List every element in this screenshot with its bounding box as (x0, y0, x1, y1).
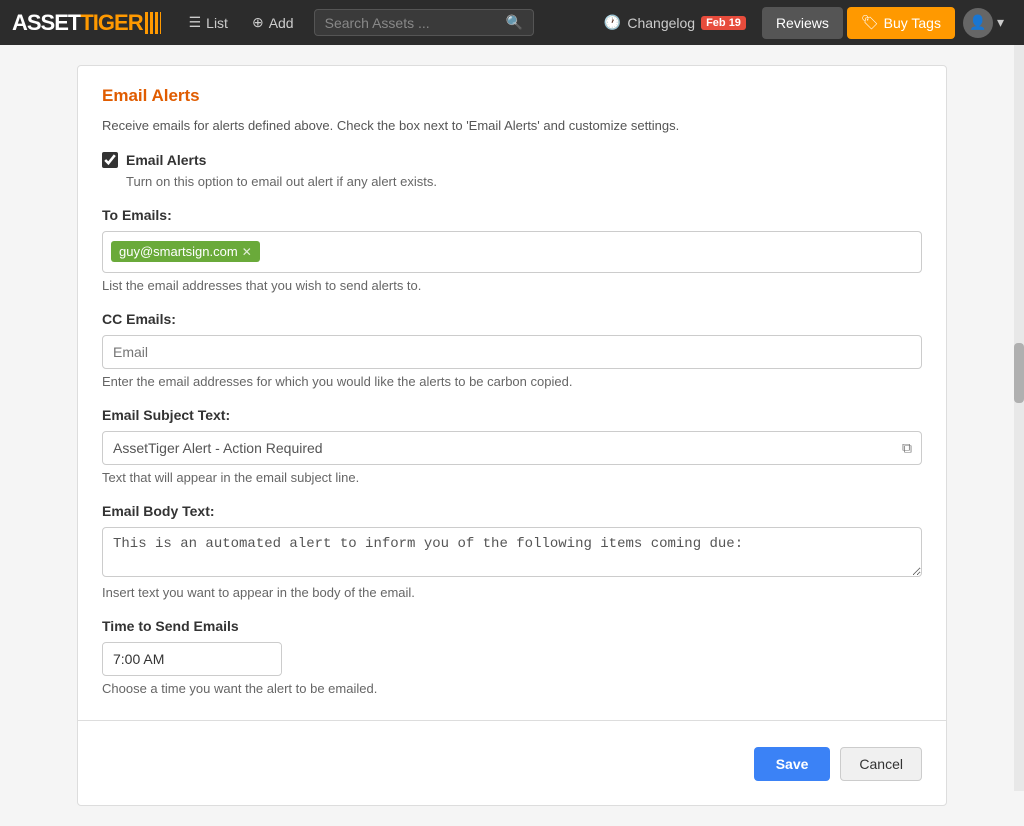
email-alerts-checkbox-row: Email Alerts (102, 152, 922, 168)
time-label: Time to Send Emails (102, 618, 922, 634)
avatar: 👤 (963, 8, 993, 38)
list-icon: ☰ (189, 14, 202, 31)
buy-tags-button[interactable]: 🏷 Buy Tags (847, 7, 955, 39)
to-email-tag-text: guy@smartsign.com (119, 244, 238, 259)
footer-buttons: Save Cancel (102, 739, 922, 781)
subject-group: Email Subject Text: ⧉ Text that will app… (102, 407, 922, 485)
scrollbar-thumb[interactable] (1014, 343, 1024, 403)
to-email-tag: guy@smartsign.com ✕ (111, 241, 260, 262)
nav-list-label: List (206, 15, 228, 31)
tag-icon: 🏷 (861, 14, 879, 31)
logo-asset-text: ASSET (12, 10, 80, 35)
email-alerts-checkbox-hint: Turn on this option to email out alert i… (126, 174, 922, 189)
cc-emails-label: CC Emails: (102, 311, 922, 327)
subject-label: Email Subject Text: (102, 407, 922, 423)
reviews-button[interactable]: Reviews (762, 7, 843, 39)
body-input[interactable] (102, 527, 922, 577)
cc-emails-input[interactable] (102, 335, 922, 369)
logo: ASSETTIGER (12, 10, 161, 36)
page-content: Email Alerts Receive emails for alerts d… (0, 45, 1024, 826)
clock-icon: 🕐 (604, 14, 621, 31)
changelog-label: Changelog (627, 15, 695, 31)
subject-input[interactable] (102, 431, 922, 465)
scrollbar-track[interactable] (1014, 45, 1024, 791)
changelog-badge: Feb 19 (701, 16, 746, 30)
nav-add[interactable]: ⊕ Add (240, 0, 306, 45)
body-label: Email Body Text: (102, 503, 922, 519)
to-emails-hint: List the email addresses that you wish t… (102, 278, 922, 293)
user-menu[interactable]: 👤 ▾ (955, 8, 1012, 38)
body-group: Email Body Text: Insert text you want to… (102, 503, 922, 600)
cc-emails-group: CC Emails: Enter the email addresses for… (102, 311, 922, 389)
search-input[interactable] (325, 15, 506, 31)
chevron-down-icon: ▾ (997, 14, 1004, 31)
to-emails-group: To Emails: guy@smartsign.com ✕ List the … (102, 207, 922, 293)
copy-icon: ⧉ (902, 439, 912, 456)
to-emails-input[interactable]: guy@smartsign.com ✕ (102, 231, 922, 273)
buy-tags-label: Buy Tags (884, 15, 941, 31)
save-button[interactable]: Save (754, 747, 831, 781)
email-alerts-checkbox[interactable] (102, 152, 118, 168)
to-emails-label: To Emails: (102, 207, 922, 223)
remove-tag-button[interactable]: ✕ (242, 245, 252, 259)
time-group: Time to Send Emails 🕐 Choose a time you … (102, 618, 922, 696)
subject-input-wrap: ⧉ (102, 431, 922, 465)
changelog-button[interactable]: 🕐 Changelog Feb 19 (592, 0, 758, 45)
add-icon: ⊕ (252, 14, 264, 31)
email-alerts-checkbox-label[interactable]: Email Alerts (126, 152, 206, 168)
nav-list[interactable]: ☰ List (177, 0, 240, 45)
email-alerts-section: Email Alerts Receive emails for alerts d… (77, 65, 947, 806)
cc-emails-hint: Enter the email addresses for which you … (102, 374, 922, 389)
time-input-wrap: 🕐 (102, 642, 282, 676)
section-title: Email Alerts (102, 86, 922, 106)
navbar: ASSETTIGER ☰ List ⊕ Add 🔍 🕐 Changelog Fe… (0, 0, 1024, 45)
body-hint: Insert text you want to appear in the bo… (102, 585, 922, 600)
reviews-label: Reviews (776, 15, 829, 31)
cancel-button[interactable]: Cancel (840, 747, 922, 781)
search-bar[interactable]: 🔍 (314, 9, 534, 36)
time-input[interactable] (103, 644, 282, 674)
logo-stripes-icon (145, 12, 161, 34)
section-divider (78, 720, 946, 721)
time-hint: Choose a time you want the alert to be e… (102, 681, 922, 696)
search-icon: 🔍 (506, 14, 523, 31)
logo-tiger-text: TIGER (80, 10, 142, 35)
subject-hint: Text that will appear in the email subje… (102, 470, 922, 485)
nav-add-label: Add (269, 15, 294, 31)
section-description: Receive emails for alerts defined above.… (102, 116, 922, 136)
